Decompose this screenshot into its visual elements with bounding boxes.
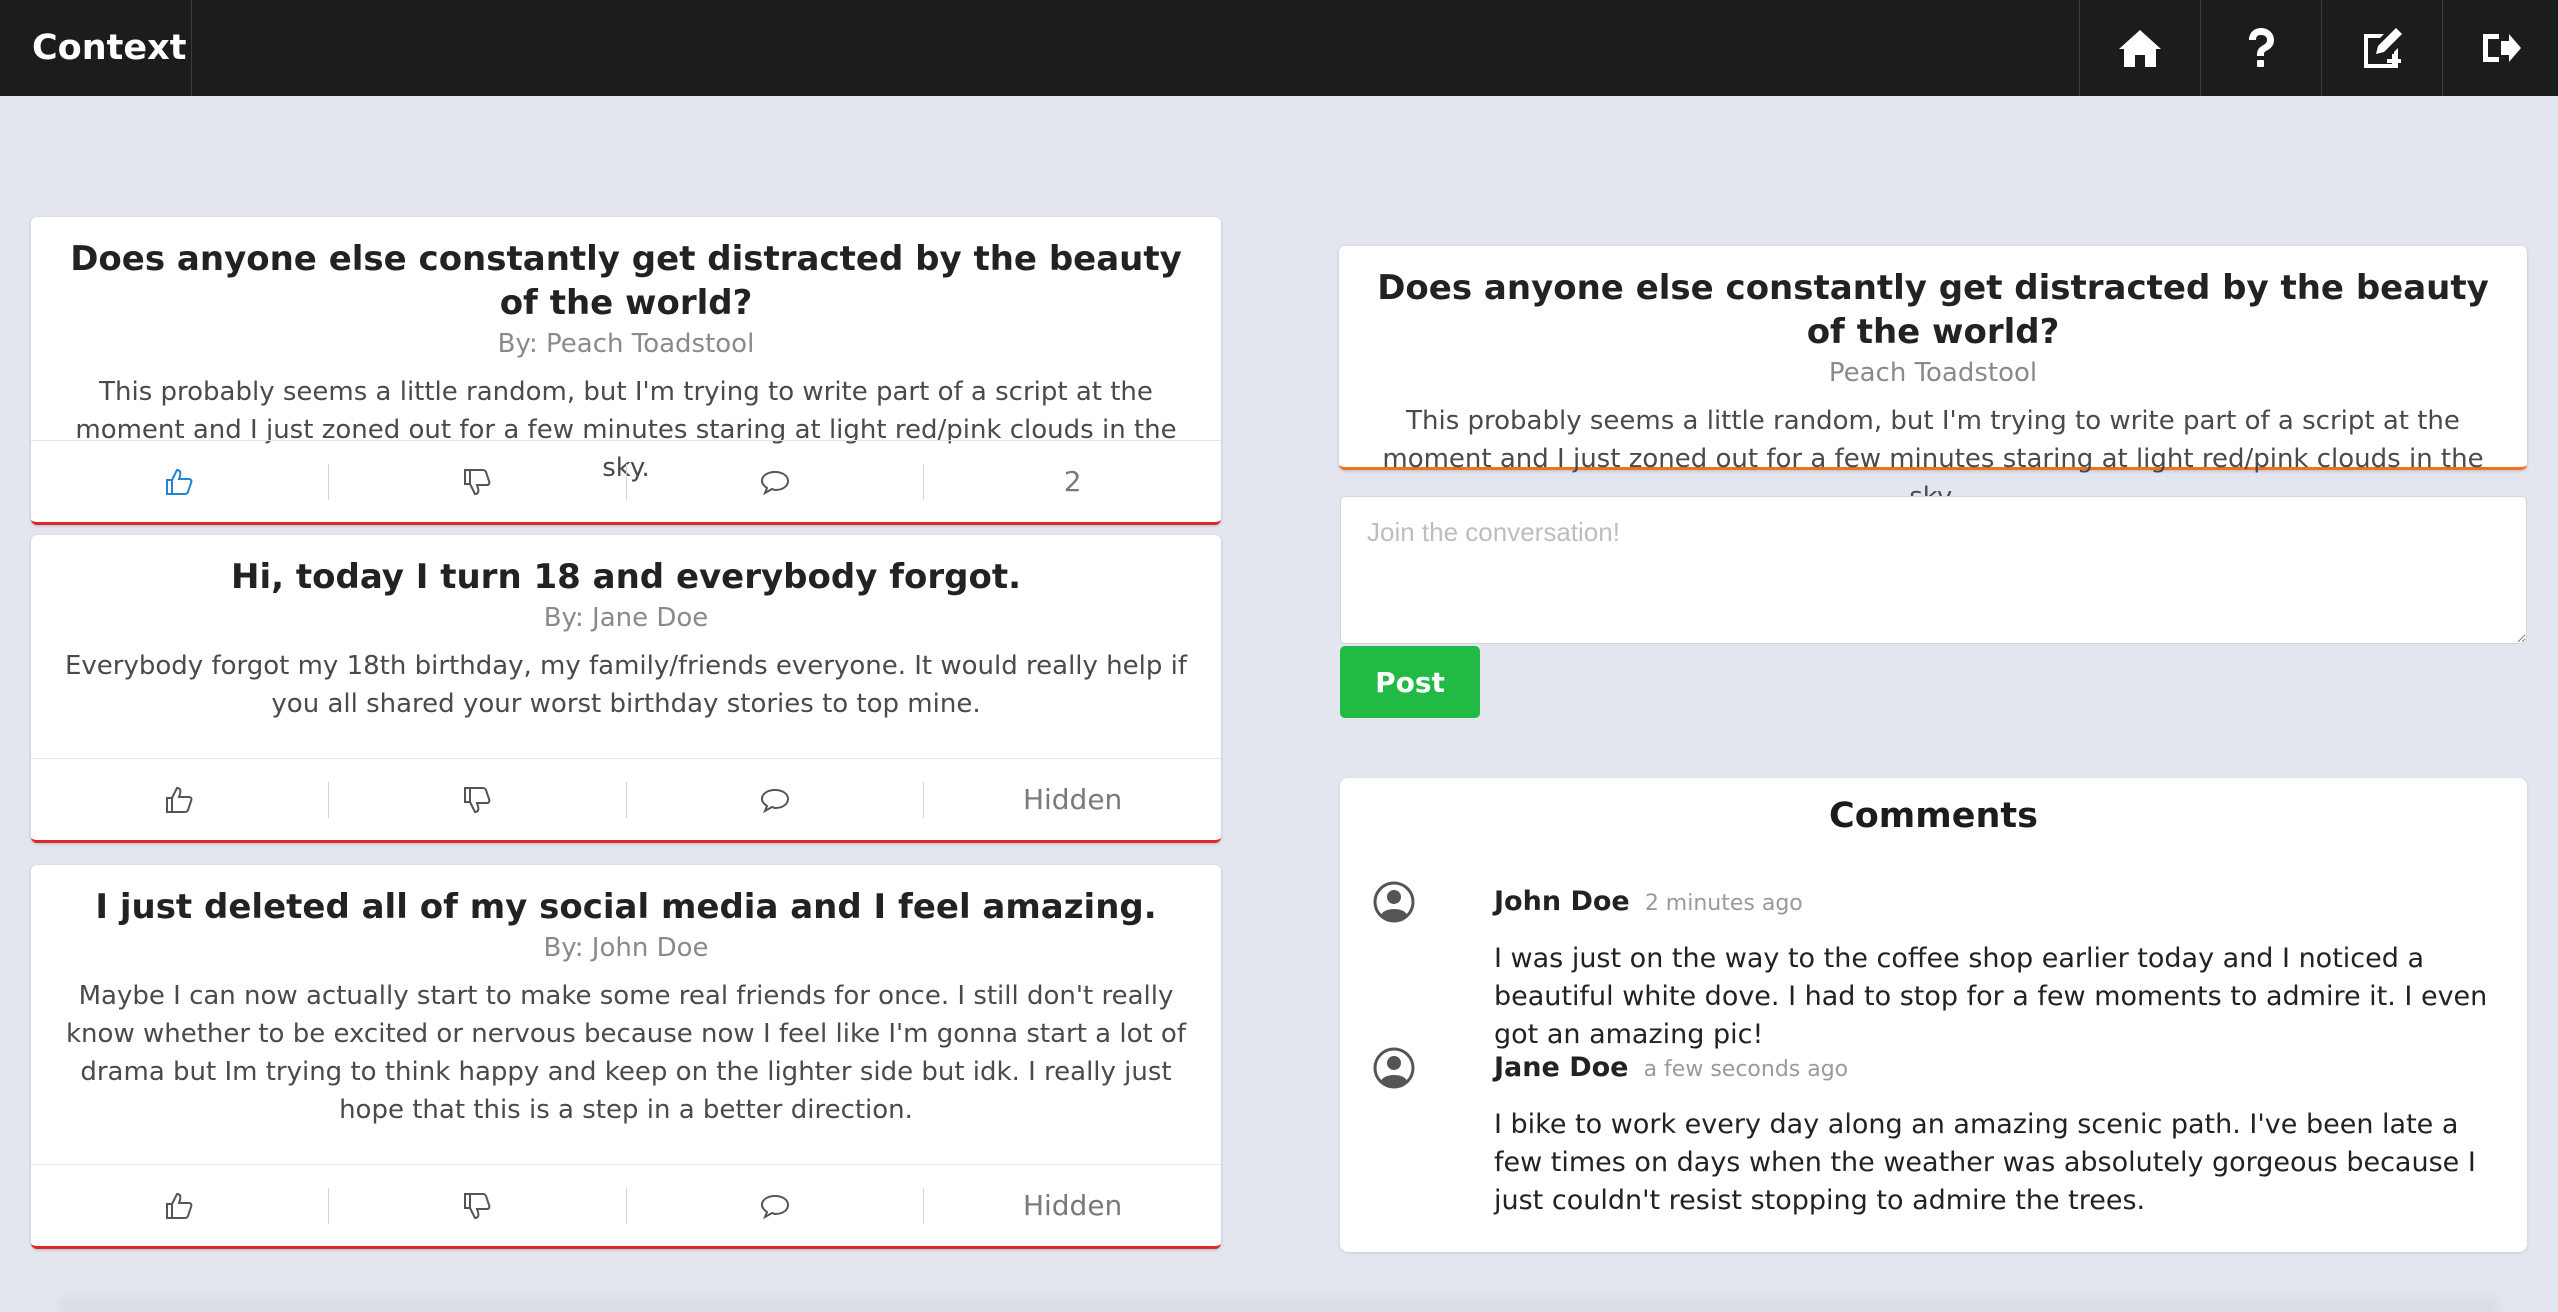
thumbs-down-icon: [464, 786, 491, 813]
home-icon: [2119, 30, 2161, 67]
post-author: By: John Doe: [543, 933, 709, 963]
comment-button[interactable]: [627, 463, 925, 500]
thumbs-down-icon: [464, 468, 491, 495]
avatar[interactable]: [1372, 880, 1416, 924]
avatar[interactable]: [1372, 1046, 1416, 1090]
comment-button[interactable]: [627, 1187, 925, 1224]
post-body: Everybody forgot my 18th birthday, my fa…: [64, 651, 1188, 719]
reply-textarea[interactable]: [1340, 496, 2527, 644]
selected-post-title: Does anyone else constantly get distract…: [1377, 268, 2489, 352]
new-post-icon: [2364, 28, 2402, 68]
selected-post-author: Peach Toadstool: [1828, 358, 2038, 388]
comment-author[interactable]: John Doe: [1494, 886, 1630, 917]
post-actions: 2: [31, 440, 1221, 522]
post-card[interactable]: Hi, today I turn 18 and everybody forgot…: [31, 535, 1221, 843]
home-button[interactable]: [2079, 0, 2200, 96]
page-bottom-shadow: [60, 1300, 2498, 1312]
user-avatar-icon: [1373, 881, 1415, 923]
post-author: By: Jane Doe: [543, 603, 709, 633]
comment-icon: [760, 1194, 789, 1219]
comments-heading: Comments: [1829, 796, 2038, 836]
comment-button[interactable]: [627, 781, 925, 818]
comment-text: I bike to work every day along an amazin…: [1494, 1109, 2476, 1216]
post-actions: Hidden: [31, 1164, 1221, 1246]
post-card[interactable]: Does anyone else constantly get distract…: [31, 217, 1221, 525]
comment-icon: [760, 470, 789, 495]
post-status: Hidden: [1022, 783, 1123, 816]
new-post-button[interactable]: [2321, 0, 2442, 96]
logout-button[interactable]: [2442, 0, 2558, 96]
thumbs-down-icon: [464, 1192, 491, 1219]
top-navbar: Context: [0, 0, 2558, 96]
post-button[interactable]: Post: [1340, 646, 1480, 718]
post-title[interactable]: Hi, today I turn 18 and everybody forgot…: [57, 555, 1195, 599]
like-button[interactable]: [31, 463, 329, 500]
comment-author[interactable]: Jane Doe: [1494, 1052, 1628, 1083]
comments-panel: Comments John Doe 2 minutes ago I was ju…: [1340, 778, 2527, 1252]
post-title[interactable]: I just deleted all of my social media an…: [57, 885, 1195, 929]
dislike-button[interactable]: [329, 1187, 627, 1224]
post-title[interactable]: Does anyone else constantly get distract…: [57, 237, 1195, 325]
like-button[interactable]: [31, 781, 329, 818]
thumbs-up-icon: [166, 468, 193, 495]
post-status: Hidden: [1022, 1189, 1123, 1222]
comment-timestamp: 2 minutes ago: [1644, 891, 1803, 916]
user-avatar-icon: [1373, 1047, 1415, 1089]
post-status: 2: [1063, 465, 1082, 498]
comment-icon: [760, 788, 789, 813]
like-button[interactable]: [31, 1187, 329, 1224]
thumbs-up-icon: [166, 1192, 193, 1219]
dislike-button[interactable]: [329, 463, 627, 500]
comment-timestamp: a few seconds ago: [1643, 1057, 1849, 1082]
post-card[interactable]: I just deleted all of my social media an…: [31, 865, 1221, 1249]
help-button[interactable]: [2200, 0, 2321, 96]
dislike-button[interactable]: [329, 781, 627, 818]
navbar-spacer: [192, 0, 2079, 96]
logout-icon: [2482, 34, 2521, 62]
comment-text: I was just on the way to the coffee shop…: [1494, 943, 2488, 1050]
post-actions: Hidden: [31, 758, 1221, 840]
post-body: Maybe I can now actually start to make s…: [66, 981, 1186, 1125]
post-author: By: Peach Toadstool: [497, 329, 755, 359]
selected-post: Does anyone else constantly get distract…: [1339, 246, 2527, 512]
thumbs-up-icon: [166, 786, 193, 813]
brand-logo[interactable]: Context: [0, 0, 192, 96]
help-icon: [2249, 28, 2274, 67]
